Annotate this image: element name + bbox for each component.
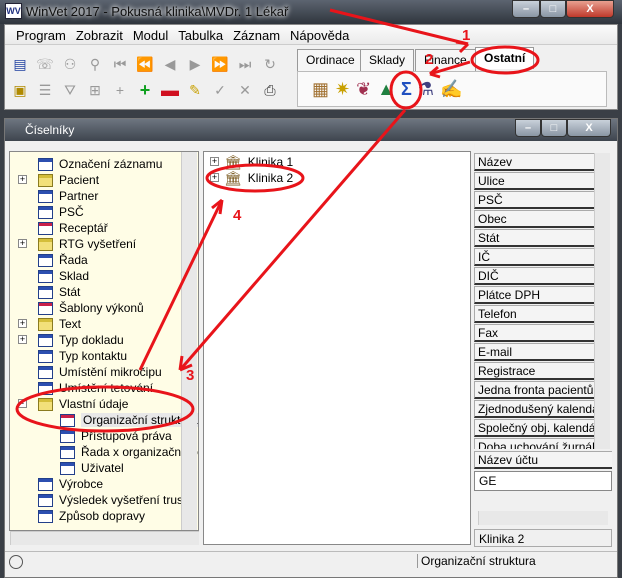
annotation-label-4: 4 — [233, 207, 242, 224]
annotation-ellipse-clinic — [205, 163, 305, 193]
annotation-arrow-3 — [178, 109, 407, 371]
annotation-ellipse-tree — [15, 385, 195, 433]
annotation-label-1: 1 — [462, 27, 470, 44]
annotation-ellipse-tab — [470, 45, 540, 75]
annotation-label-2: 2 — [425, 51, 433, 68]
annotation-label-3: 3 — [186, 367, 194, 384]
annotation-arrow-4 — [138, 199, 224, 371]
annotation-overlay: 1 2 3 4 — [15, 8, 540, 433]
annotation-ellipse-icon — [389, 70, 423, 110]
annotation-arrow-1 — [329, 8, 469, 46]
